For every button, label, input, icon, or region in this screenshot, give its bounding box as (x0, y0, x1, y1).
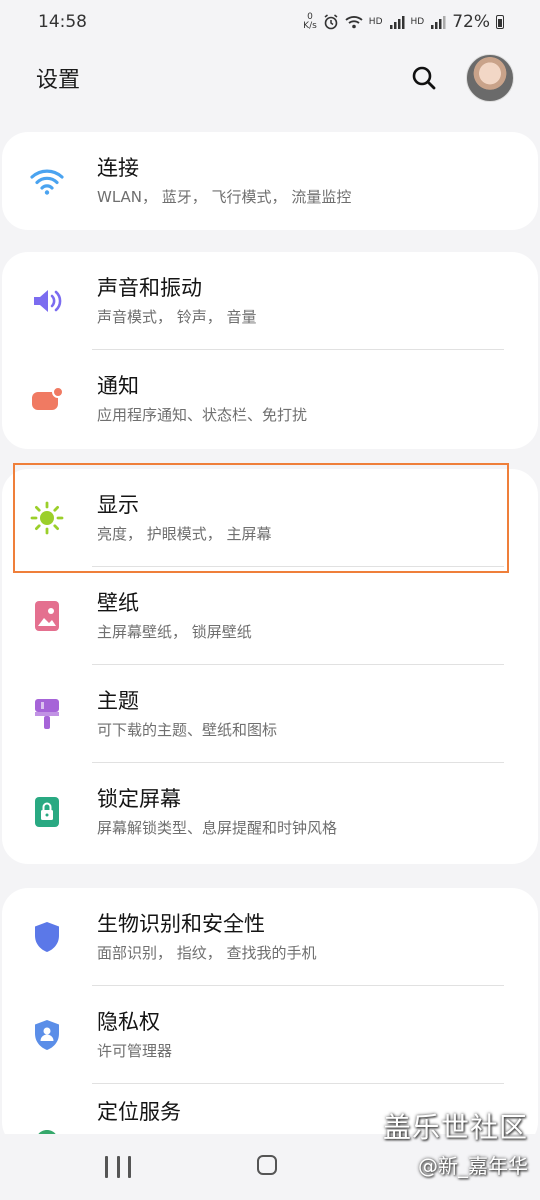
settings-item-title: 声音和振动 (97, 276, 202, 300)
status-time: 14:58 (38, 12, 87, 32)
wallpaper-icon (30, 599, 64, 633)
settings-item-privacy[interactable]: 隐私权 许可管理器 (2, 986, 538, 1084)
settings-item-notifications[interactable]: 通知 应用程序通知、状态栏、免打扰 (2, 350, 538, 448)
settings-item-subtitle: 面部识别， 指纹， 查找我的手机 (97, 944, 317, 962)
alarm-icon (324, 14, 338, 30)
settings-item-title: 壁纸 (97, 591, 139, 615)
settings-item-sound[interactable]: 声音和振动 声音模式， 铃声， 音量 (2, 252, 538, 350)
shield-icon (30, 920, 64, 954)
hd-label-1: HD (368, 16, 383, 27)
settings-item-biometrics[interactable]: 生物识别和安全性 面部识别， 指纹， 查找我的手机 (2, 888, 538, 986)
signal-icon-1 (389, 16, 404, 29)
notification-icon (30, 382, 64, 416)
settings-item-subtitle: 主屏幕壁纸， 锁屏壁纸 (97, 623, 252, 641)
net-speed: 0 K/s (303, 12, 317, 31)
settings-group-sound-notifications: 声音和振动 声音模式， 铃声， 音量 通知 应用程序通知、状态栏、免打扰 (2, 252, 538, 449)
settings-item-wallpaper[interactable]: 壁纸 主屏幕壁纸， 锁屏壁纸 (2, 567, 538, 665)
settings-item-subtitle: WLAN， 蓝牙， 飞行模式， 流量监控 (97, 188, 352, 206)
lock-screen-icon (30, 795, 64, 829)
search-icon[interactable] (404, 58, 444, 98)
settings-item-title: 主题 (97, 689, 139, 713)
status-icons: 0 K/s HD HD 72% (303, 12, 504, 32)
highlight-box (13, 463, 509, 573)
settings-item-title: 锁定屏幕 (97, 787, 181, 811)
settings-group-connections: 连接 WLAN， 蓝牙， 飞行模式， 流量监控 (2, 132, 538, 230)
theme-brush-icon (30, 697, 64, 731)
settings-item-subtitle: 声音模式， 铃声， 音量 (97, 308, 257, 326)
watermark-author: @新_嘉年华 (418, 1154, 528, 1178)
settings-item-subtitle: 屏幕解锁类型、息屏提醒和时钟风格 (97, 819, 338, 837)
signal-icon-2 (431, 16, 446, 29)
settings-item-subtitle: 许可管理器 (97, 1042, 173, 1060)
settings-item-title: 连接 (97, 156, 139, 180)
settings-item-title: 通知 (97, 374, 139, 398)
settings-item-subtitle: 应用程序通知、状态栏、免打扰 (97, 406, 308, 424)
settings-item-subtitle: 可下载的主题、壁纸和图标 (97, 721, 278, 739)
wifi-status-icon (345, 16, 363, 29)
status-bar: 14:58 0 K/s HD HD 72% (0, 0, 540, 44)
app-bar: 设置 (0, 48, 540, 108)
recents-button[interactable] (105, 1156, 131, 1178)
watermark-title: 盖乐世社区 (382, 1111, 528, 1144)
page-title: 设置 (36, 68, 81, 93)
settings-item-themes[interactable]: 主题 可下载的主题、壁纸和图标 (2, 665, 538, 763)
settings-item-title: 生物识别和安全性 (97, 912, 265, 936)
home-button[interactable] (257, 1155, 277, 1175)
wifi-icon (30, 164, 64, 198)
privacy-shield-icon (30, 1018, 64, 1052)
battery-icon (496, 15, 504, 29)
settings-item-connections[interactable]: 连接 WLAN， 蓝牙， 飞行模式， 流量监控 (2, 132, 538, 230)
volume-icon (30, 284, 64, 318)
avatar[interactable] (466, 54, 514, 102)
settings-item-lock-screen[interactable]: 锁定屏幕 屏幕解锁类型、息屏提醒和时钟风格 (2, 763, 538, 861)
battery-percent: 72% (452, 12, 490, 32)
settings-item-title: 隐私权 (97, 1010, 160, 1034)
hd-label-2: HD (410, 16, 425, 27)
